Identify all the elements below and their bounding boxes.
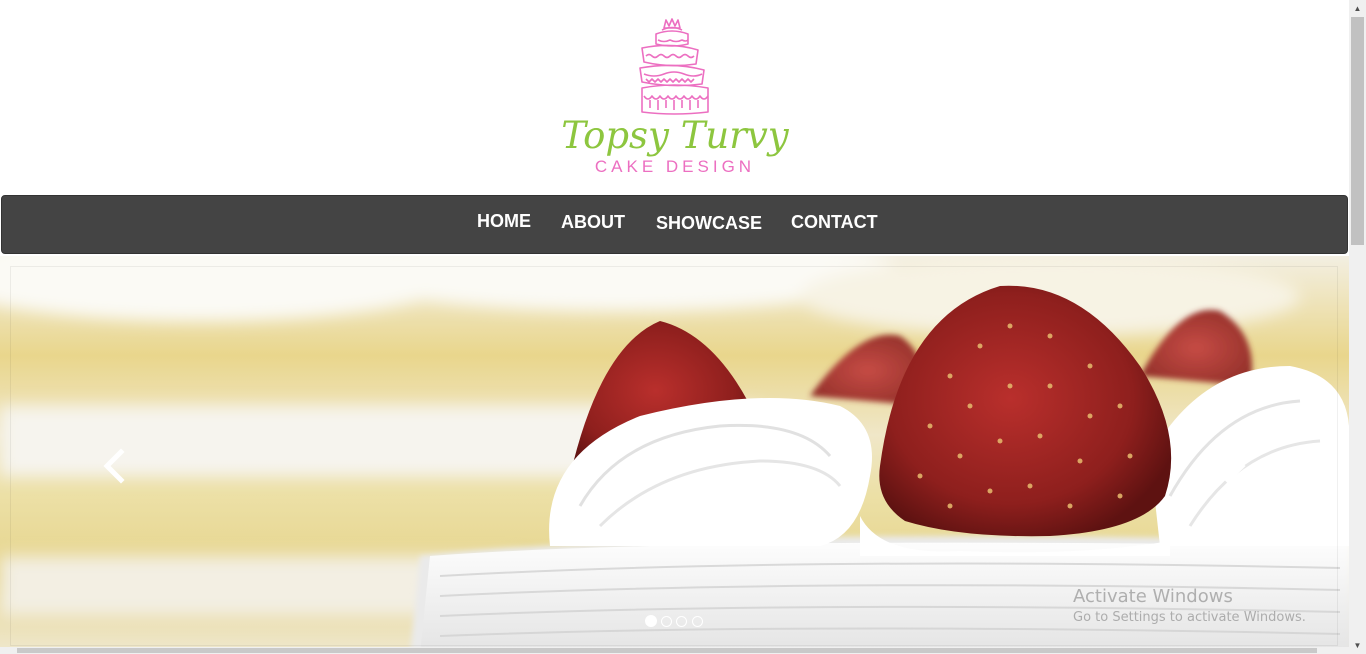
vertical-scrollbar[interactable]: ▲ ▼ — [1349, 0, 1366, 654]
brand-title: Topsy Turvy — [561, 114, 789, 157]
nav-item-home[interactable]: HOME — [477, 211, 531, 232]
main-navbar: HOME ABOUT SHOWCASE CONTACT — [1, 195, 1348, 254]
chevron-right-icon — [1224, 448, 1246, 484]
carousel-indicator-3[interactable] — [676, 616, 687, 627]
horizontal-scrollbar[interactable] — [0, 647, 1349, 654]
carousel-prev-button[interactable] — [95, 446, 135, 486]
scroll-up-arrow-icon[interactable]: ▲ — [1349, 0, 1366, 17]
carousel-indicator-1[interactable] — [645, 615, 657, 627]
carousel-next-button[interactable] — [1214, 446, 1254, 486]
site-logo[interactable]: Topsy Turvy CAKE DESIGN — [560, 14, 790, 184]
watermark-subtitle: Go to Settings to activate Windows. — [1073, 610, 1306, 625]
watermark-title: Activate Windows — [1073, 586, 1233, 607]
nav-list: HOME ABOUT SHOWCASE CONTACT — [2, 196, 1347, 253]
nav-item-about[interactable]: ABOUT — [561, 212, 625, 233]
hero-carousel: Activate Windows Go to Settings to activ… — [0, 256, 1349, 654]
nav-item-contact[interactable]: CONTACT — [791, 212, 878, 233]
vertical-scroll-thumb[interactable] — [1351, 17, 1364, 245]
nav-item-showcase[interactable]: SHOWCASE — [656, 213, 762, 234]
brand-subtitle: CAKE DESIGN — [594, 157, 756, 176]
tiered-cake-icon — [634, 16, 714, 118]
site-header: Topsy Turvy CAKE DESIGN — [0, 0, 1349, 195]
carousel-indicators — [640, 615, 710, 629]
chevron-left-icon — [103, 448, 125, 484]
windows-activation-watermark: Activate Windows Go to Settings to activ… — [1073, 586, 1306, 625]
horizontal-scroll-thumb[interactable] — [17, 648, 1317, 653]
carousel-indicator-4[interactable] — [692, 616, 703, 627]
carousel-indicator-2[interactable] — [661, 616, 672, 627]
scroll-down-arrow-icon[interactable]: ▼ — [1349, 637, 1366, 654]
